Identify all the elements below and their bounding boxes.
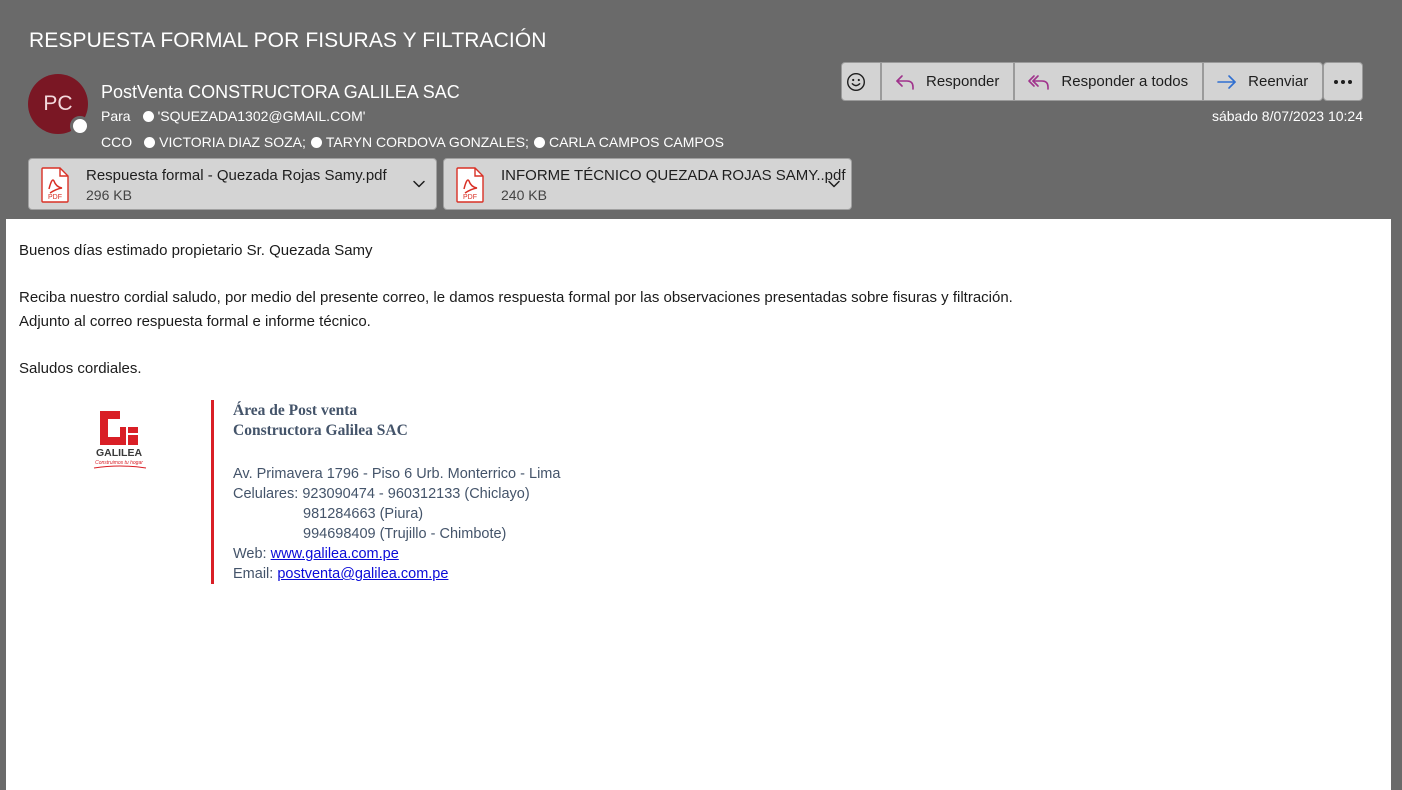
forward-icon bbox=[1217, 74, 1236, 89]
svg-text:PDF: PDF bbox=[463, 194, 477, 201]
reply-label: Responder bbox=[926, 73, 1000, 90]
sender-name[interactable]: PostVenta CONSTRUCTORA GALILEA SAC bbox=[101, 82, 460, 103]
forward-label: Reenviar bbox=[1248, 73, 1309, 90]
svg-text:GALILEA: GALILEA bbox=[96, 447, 142, 459]
website-link[interactable]: www.galilea.com.pe bbox=[271, 546, 399, 562]
phone-number: 994698409 (Trujillo - Chimbote) bbox=[303, 526, 507, 542]
body-closing: Saludos cordiales. bbox=[19, 360, 142, 377]
attachment-name: INFORME TÉCNICO QUEZADA ROJAS SAMY..pdf bbox=[501, 167, 846, 184]
attachment-name: Respuesta formal - Quezada Rojas Samy.pd… bbox=[86, 167, 387, 184]
phone-number: 923090474 - 960312133 (Chiclayo) bbox=[302, 486, 530, 502]
cco-recipient[interactable]: TARYN CORDOVA GONZALES; bbox=[310, 134, 534, 150]
presence-dot-icon bbox=[310, 136, 322, 148]
attachment-card[interactable]: PDF INFORME TÉCNICO QUEZADA ROJAS SAMY..… bbox=[443, 158, 852, 210]
recipient-name: VICTORIA DIAZ SOZA; bbox=[159, 134, 306, 150]
signature-email-row: Email: postventa@galilea.com.pe bbox=[233, 566, 448, 582]
galilea-logo: GALILEA Construimos tu hogar bbox=[90, 407, 150, 477]
email-link[interactable]: postventa@galilea.com.pe bbox=[277, 566, 448, 582]
attachment-size: 240 KB bbox=[501, 187, 547, 203]
reply-icon bbox=[896, 74, 914, 90]
recipient[interactable]: 'SQUEZADA1302@GMAIL.COM' bbox=[142, 108, 366, 124]
body-greeting: Buenos días estimado propietario Sr. Que… bbox=[19, 242, 373, 259]
signature-web-row: Web: www.galilea.com.pe bbox=[233, 546, 399, 562]
chevron-down-icon[interactable] bbox=[827, 177, 841, 191]
reply-all-button[interactable]: Responder a todos bbox=[1014, 62, 1204, 101]
presence-dot-icon bbox=[142, 110, 154, 122]
recipient-name: CARLA CAMPOS CAMPOS bbox=[548, 134, 724, 150]
email-subject: RESPUESTA FORMAL POR FISURAS Y FILTRACIÓ… bbox=[29, 29, 547, 52]
attachment-size: 296 KB bbox=[86, 187, 132, 203]
reply-all-label: Responder a todos bbox=[1061, 73, 1189, 90]
message-body: Buenos días estimado propietario Sr. Que… bbox=[6, 219, 1391, 790]
attachment-card[interactable]: PDF Respuesta formal - Quezada Rojas Sam… bbox=[28, 158, 437, 210]
avatar-initials: PC bbox=[43, 92, 73, 115]
body-paragraph: Reciba nuestro cordial saludo, por medio… bbox=[19, 289, 1013, 306]
presence-dot-icon bbox=[144, 136, 156, 148]
email-label: Email: bbox=[233, 566, 274, 582]
more-ellipsis-icon bbox=[1334, 79, 1352, 84]
svg-text:PDF: PDF bbox=[48, 194, 62, 201]
signature-address: Av. Primavera 1796 - Piso 6 Urb. Monterr… bbox=[233, 466, 561, 482]
web-label: Web: bbox=[233, 546, 267, 562]
chevron-down-icon[interactable] bbox=[412, 177, 426, 191]
to-row: Para 'SQUEZADA1302@GMAIL.COM' bbox=[101, 108, 365, 124]
reaction-button[interactable] bbox=[841, 62, 881, 101]
forward-button[interactable]: Reenviar bbox=[1203, 62, 1324, 101]
signature-phones-row: Celulares: 923090474 - 960312133 (Chicla… bbox=[233, 486, 530, 502]
presence-status-icon bbox=[70, 116, 90, 136]
reply-all-icon bbox=[1028, 74, 1050, 90]
signature-company: Constructora Galilea SAC bbox=[233, 422, 408, 439]
sent-date: sábado 8/07/2023 10:24 bbox=[1211, 108, 1363, 124]
svg-text:Construimos tu hogar: Construimos tu hogar bbox=[95, 460, 143, 466]
cco-label: CCO bbox=[101, 134, 133, 150]
cco-recipient[interactable]: VICTORIA DIAZ SOZA; bbox=[144, 134, 311, 150]
cco-row: CCO VICTORIA DIAZ SOZA; TARYN CORDOVA GO… bbox=[101, 134, 724, 150]
pdf-icon: PDF bbox=[41, 167, 69, 203]
more-actions-button[interactable] bbox=[1323, 62, 1363, 101]
presence-dot-icon bbox=[533, 136, 545, 148]
signature-divider bbox=[211, 400, 214, 584]
smiley-icon bbox=[846, 72, 866, 91]
cco-recipient[interactable]: CARLA CAMPOS CAMPOS bbox=[533, 134, 724, 150]
pdf-icon: PDF bbox=[456, 167, 484, 203]
to-label: Para bbox=[101, 108, 131, 124]
signature-department: Área de Post venta bbox=[233, 402, 358, 419]
body-paragraph: Adjunto al correo respuesta formal e inf… bbox=[19, 313, 371, 330]
recipient-name: TARYN CORDOVA GONZALES; bbox=[325, 134, 529, 150]
recipient-name: 'SQUEZADA1302@GMAIL.COM' bbox=[157, 108, 366, 124]
phones-label: Celulares: bbox=[233, 486, 299, 502]
message-actions-toolbar: Responder Responder a todos Reenviar bbox=[841, 62, 1324, 101]
phone-number: 981284663 (Piura) bbox=[303, 506, 424, 522]
reply-button[interactable]: Responder bbox=[881, 62, 1015, 101]
message-header: RESPUESTA FORMAL POR FISURAS Y FILTRACIÓ… bbox=[0, 0, 1402, 219]
